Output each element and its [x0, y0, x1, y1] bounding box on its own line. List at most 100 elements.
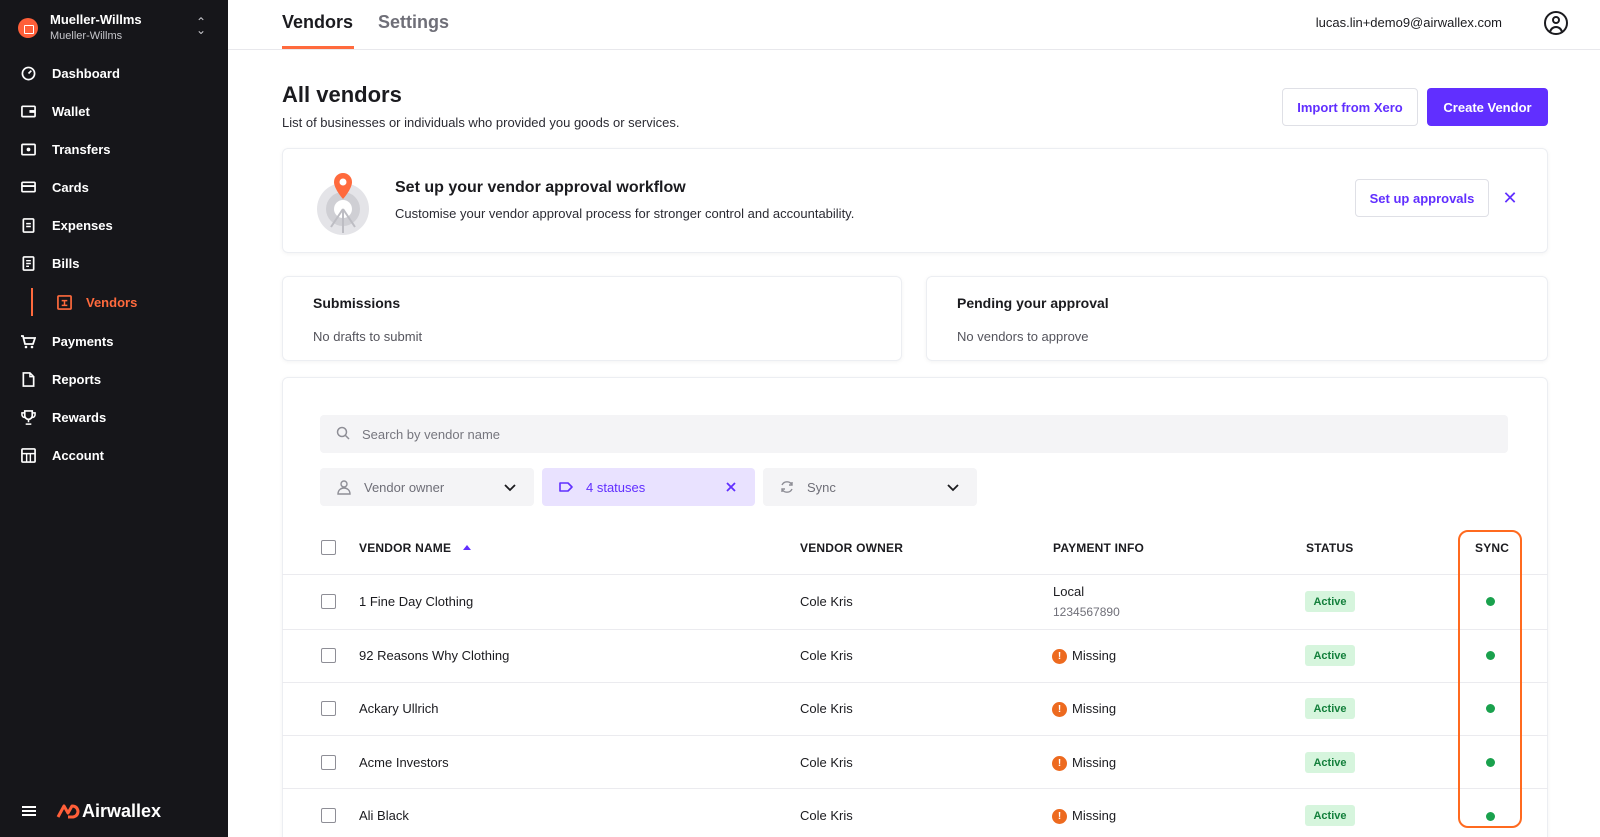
approval-banner: Set up your vendor approval workflow Cus…: [282, 148, 1548, 253]
sidebar-item-label: Transfers: [52, 141, 111, 157]
chevron-down-icon: [504, 484, 516, 492]
vendor-icon: [56, 294, 72, 310]
payment-method: Local: [1053, 584, 1085, 599]
sidebar-item-label: Vendors: [86, 294, 138, 310]
org-switcher[interactable]: Mueller-Willms Mueller-Willms ⌃ ⌄: [16, 10, 212, 46]
vendor-owner: Cole Kris: [800, 594, 853, 609]
vendor-owner: Cole Kris: [800, 755, 853, 770]
vendor-owner-filter[interactable]: Vendor owner: [320, 468, 534, 506]
location-pin-illustration-icon: [317, 173, 369, 235]
filter-label: 4 statuses: [586, 480, 646, 495]
table-divider: [282, 788, 1548, 789]
row-checkbox[interactable]: [321, 755, 336, 770]
sort-ascending-icon[interactable]: [463, 545, 471, 550]
select-all-checkbox[interactable]: [321, 540, 336, 555]
status-filter[interactable]: 4 statuses: [542, 468, 755, 506]
submissions-text: No drafts to submit: [313, 329, 423, 344]
table-divider: [282, 574, 1548, 575]
payment-account-number: 1234567890: [1053, 605, 1120, 619]
dashboard-icon: [20, 65, 36, 81]
sidebar: Mueller-Willms Mueller-Willms ⌃ ⌄ Dashboa…: [0, 0, 228, 837]
vendor-name[interactable]: 1 Fine Day Clothing: [359, 594, 473, 609]
search-input[interactable]: [362, 415, 1462, 453]
tab-vendors[interactable]: Vendors: [282, 12, 353, 33]
warning-icon: !: [1052, 649, 1067, 664]
row-checkbox[interactable]: [321, 808, 336, 823]
sidebar-item-wallet[interactable]: Wallet: [0, 92, 228, 130]
close-icon[interactable]: ✕: [1499, 187, 1521, 209]
warning-icon: !: [1052, 809, 1067, 824]
sidebar-item-label: Reports: [52, 371, 102, 387]
banner-title: Set up your vendor approval workflow: [395, 179, 686, 196]
vendor-name[interactable]: Acme Investors: [359, 755, 449, 770]
sidebar-item-account[interactable]: Account: [0, 436, 228, 474]
set-up-approvals-button[interactable]: Set up approvals: [1355, 179, 1489, 217]
search-icon: [336, 426, 350, 440]
row-checkbox[interactable]: [321, 594, 336, 609]
sidebar-item-rewards[interactable]: Rewards: [0, 398, 228, 436]
sidebar-item-dashboard[interactable]: Dashboard: [0, 54, 228, 92]
payment-missing: Missing: [1072, 701, 1117, 716]
vendor-owner: Cole Kris: [800, 648, 853, 663]
page-title: All vendors: [282, 82, 402, 107]
menu-icon[interactable]: [22, 806, 36, 816]
sidebar-footer: Airwallex: [22, 797, 212, 825]
status-badge: Active: [1305, 805, 1355, 826]
create-vendor-button[interactable]: Create Vendor: [1427, 88, 1548, 126]
sync-filter[interactable]: Sync: [763, 468, 977, 506]
vendor-name[interactable]: Ali Black: [359, 808, 409, 823]
status-badge: Active: [1305, 752, 1355, 773]
import-from-xero-button[interactable]: Import from Xero: [1282, 88, 1418, 126]
top-bar: Vendors Settings lucas.lin+demo9@airwall…: [228, 0, 1600, 50]
sidebar-item-label: Rewards: [52, 409, 107, 425]
column-header-payment-info: PAYMENT INFO: [1053, 541, 1145, 555]
org-logo-icon: [18, 18, 38, 38]
tab-settings[interactable]: Settings: [378, 12, 449, 33]
sidebar-item-vendors[interactable]: Vendors: [0, 282, 228, 322]
vendor-name[interactable]: 92 Reasons Why Clothing: [359, 648, 509, 663]
search-bar: [320, 415, 1508, 453]
pending-text: No vendors to approve: [957, 329, 1089, 344]
airwallex-logo-icon: [56, 804, 80, 819]
column-header-status: STATUS: [1306, 541, 1354, 555]
trophy-icon: [20, 409, 36, 425]
sidebar-item-reports[interactable]: Reports: [0, 360, 228, 398]
chevron-up-down-icon: ⌃ ⌄: [195, 15, 206, 37]
sidebar-item-transfers[interactable]: Transfers: [0, 130, 228, 168]
user-avatar-icon[interactable]: [1544, 11, 1568, 35]
column-header-vendor-name[interactable]: VENDOR NAME: [359, 541, 451, 555]
receipt-icon: [20, 217, 36, 233]
sidebar-nav: Dashboard Wallet Transfers Cards Expense…: [0, 54, 228, 474]
filter-label: Sync: [807, 480, 836, 495]
sidebar-item-payments[interactable]: Payments: [0, 322, 228, 360]
vendor-owner: Cole Kris: [800, 701, 853, 716]
pending-approval-card: Pending your approval No vendors to appr…: [926, 276, 1548, 361]
warning-icon: !: [1052, 756, 1067, 771]
sync-column-highlight: [1458, 530, 1522, 828]
cart-icon: [20, 333, 36, 349]
clear-filter-icon[interactable]: [723, 479, 739, 495]
sidebar-item-label: Wallet: [52, 103, 90, 119]
sidebar-item-bills[interactable]: Bills: [0, 244, 228, 282]
row-checkbox[interactable]: [321, 701, 336, 716]
vendor-name[interactable]: Ackary Ullrich: [359, 701, 438, 716]
sidebar-item-label: Payments: [52, 333, 114, 349]
payment-missing: Missing: [1072, 648, 1117, 663]
row-checkbox[interactable]: [321, 648, 336, 663]
transfers-icon: [20, 141, 36, 157]
org-name: Mueller-Willms: [50, 12, 142, 27]
brand-logo: Airwallex: [56, 801, 161, 822]
payment-missing: Missing: [1072, 808, 1117, 823]
filter-label: Vendor owner: [364, 480, 445, 495]
org-subtitle: Mueller-Willms: [50, 30, 123, 42]
sidebar-item-expenses[interactable]: Expenses: [0, 206, 228, 244]
table-divider: [282, 682, 1548, 683]
brand-name: Airwallex: [82, 800, 162, 821]
sidebar-item-label: Dashboard: [52, 65, 120, 81]
bill-icon: [20, 255, 36, 271]
sidebar-item-label: Account: [52, 447, 104, 463]
sidebar-item-cards[interactable]: Cards: [0, 168, 228, 206]
sidebar-item-label: Cards: [52, 179, 89, 195]
chevron-down-icon: [947, 484, 959, 492]
status-badge: Active: [1305, 591, 1355, 612]
